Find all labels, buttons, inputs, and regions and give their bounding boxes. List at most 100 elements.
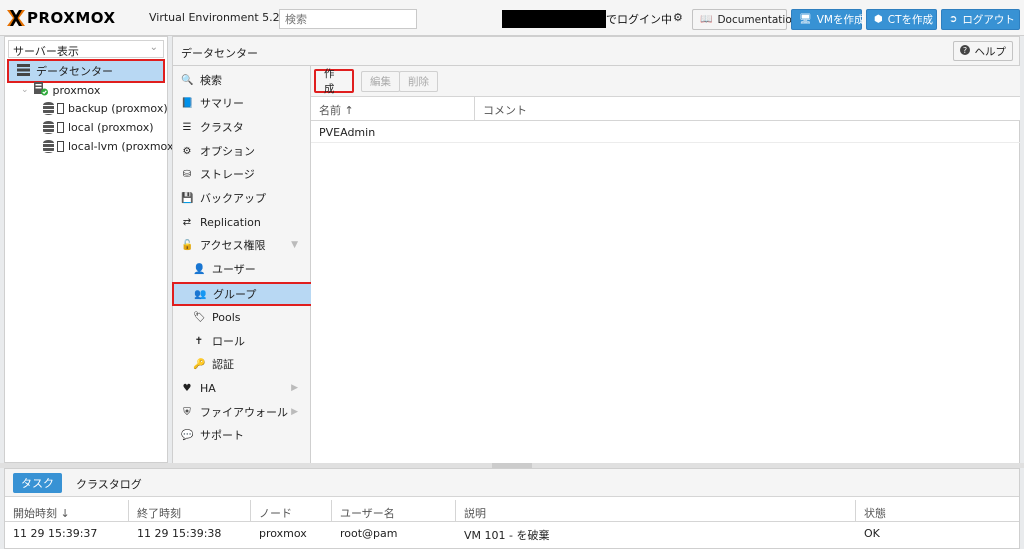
column-header-end-time[interactable]: 終了時刻: [129, 500, 251, 522]
cell-end-time: 11 29 15:39:38: [137, 527, 222, 540]
table-row[interactable]: PVEAdmin: [311, 121, 1020, 143]
view-selector[interactable]: サーバー表示 ⌄: [8, 40, 164, 58]
nav-item-label: サマリー: [200, 97, 244, 110]
nav-item-groups[interactable]: 👥 グループ: [172, 282, 313, 306]
log-tabs: タスク クラスタログ: [5, 469, 1019, 497]
resource-tree: サーバー表示 ⌄ データセンター ⌄ proxmox backup (proxm…: [4, 36, 178, 463]
nav-item-label: サポート: [200, 429, 244, 442]
top-bar: PROXMOX Virtual Environment 5.2-10 でログイン…: [0, 0, 1024, 36]
chevron-down-icon: ⌄: [149, 42, 158, 53]
column-header-name[interactable]: 名前 ↑: [311, 97, 475, 121]
chevron-right-icon: ▶: [291, 383, 298, 393]
nav-item-backup[interactable]: 💾 バックアップ: [173, 187, 312, 209]
nav-item-support[interactable]: 💬 サポート: [173, 424, 312, 446]
gear-icon[interactable]: ⚙: [673, 11, 683, 24]
search-icon: 🔍: [181, 74, 194, 86]
create-vm-label: VMを作成: [816, 14, 865, 26]
tree-item-label: local-lvm (proxmox): [68, 139, 178, 153]
floppy-icon: 💾: [181, 192, 194, 204]
tree-item-label: データセンター: [36, 65, 113, 78]
nav-item-storage[interactable]: ⛁ ストレージ: [173, 163, 312, 185]
tab-cluster-log[interactable]: クラスタログ: [76, 476, 142, 492]
server-icon: ☰: [182, 121, 192, 133]
column-header-node[interactable]: ノード: [251, 500, 332, 522]
column-header-user[interactable]: ユーザー名: [332, 500, 456, 522]
page-title: データセンター: [181, 47, 258, 60]
book-icon: 📘: [181, 97, 194, 109]
panel-header: データセンター ? ヘルプ: [172, 36, 1020, 66]
proxmox-x-icon: [7, 10, 25, 26]
cell-description: VM 101 - を破棄: [464, 529, 550, 542]
tree-item-node[interactable]: ⌄ proxmox: [21, 80, 100, 100]
users-icon: 👥: [194, 288, 207, 300]
heartbeat-icon: ♥: [182, 382, 192, 394]
product-title: Virtual Environment 5.2-10: [149, 11, 298, 24]
storage-doc-icon: [57, 121, 64, 133]
column-header-start-time[interactable]: 開始時刻 ↓: [5, 500, 129, 522]
cell-user: root@pam: [340, 527, 398, 540]
grid-toolbar: 作成 編集 削除: [311, 66, 1020, 97]
nav-item-label: バックアップ: [200, 192, 266, 205]
table-row[interactable]: 11 29 15:39:37 11 29 15:39:38 proxmox ro…: [5, 522, 1019, 544]
nav-item-label: Pools: [212, 310, 241, 324]
node-online-icon: [33, 81, 49, 99]
logout-button[interactable]: ➲ ログアウト: [941, 9, 1020, 30]
user-icon: 👤: [193, 263, 206, 275]
search-input[interactable]: [279, 9, 417, 29]
nav-item-authentication[interactable]: 🔑 認証: [173, 353, 312, 375]
nav-item-label: 認証: [212, 358, 234, 371]
nav-item-users[interactable]: 👤 ユーザー: [173, 258, 312, 280]
edit-button[interactable]: 編集: [361, 71, 400, 92]
column-header-description[interactable]: 説明: [456, 500, 856, 522]
tags-icon: 🏷: [193, 311, 206, 323]
create-ct-label: CTを作成: [887, 14, 933, 26]
proxmox-logo[interactable]: PROXMOX: [6, 8, 116, 28]
log-panel: タスク クラスタログ 開始時刻 ↓ 終了時刻 ノード ユーザー名 説明 状態 1…: [4, 468, 1020, 549]
nav-item-roles[interactable]: ✝ ロール: [173, 330, 312, 352]
tree-item-storage-backup[interactable]: backup (proxmox): [43, 98, 168, 118]
column-header-status[interactable]: 状態: [856, 500, 1019, 522]
documentation-button[interactable]: 📖 Documentation: [692, 9, 798, 30]
create-vm-button[interactable]: 🖥 VMを作成: [791, 9, 865, 30]
create-button[interactable]: 作成: [314, 68, 354, 95]
nav-item-firewall[interactable]: ⛨ ファイアウォール ▶: [173, 401, 312, 423]
nav-item-search[interactable]: 🔍 検索: [173, 69, 312, 91]
nav-item-label: ロール: [212, 335, 245, 348]
tree-item-storage-local-lvm[interactable]: local-lvm (proxmox): [43, 136, 178, 156]
nav-item-permissions[interactable]: 🔓 アクセス権限 ▼: [173, 234, 312, 256]
nav-item-ha[interactable]: ♥ HA ▶: [173, 377, 312, 399]
nav-item-label: ストレージ: [200, 168, 255, 181]
chevron-down-icon: ▼: [291, 240, 298, 250]
nav-item-label: Replication: [200, 215, 261, 229]
login-status: でログイン中: [606, 13, 672, 26]
create-ct-button[interactable]: ⬢ CTを作成: [866, 9, 937, 30]
nav-item-replication[interactable]: ⇄ Replication: [173, 211, 312, 233]
cell-start-time: 11 29 15:39:37: [13, 527, 98, 540]
config-nav: 🔍 検索 📘 サマリー ☰ クラスタ ⚙ オプション ⛁ ストレージ 💾 バックアップ ⇄ R…: [172, 66, 313, 463]
documentation-label: Documentation: [717, 13, 799, 26]
column-header-comment[interactable]: コメント: [475, 97, 535, 121]
nav-item-summary[interactable]: 📘 サマリー: [173, 92, 312, 114]
tab-tasks[interactable]: タスク: [13, 473, 62, 493]
help-label: ヘルプ: [974, 45, 1007, 58]
nav-item-label: 検索: [200, 74, 222, 87]
retweet-icon: ⇄: [182, 216, 192, 228]
cell-node: proxmox: [259, 527, 307, 540]
nav-item-label: グループ: [213, 288, 257, 301]
groups-grid: 作成 編集 削除 名前 ↑ コメント PVEAdmin: [311, 66, 1020, 463]
nav-item-label: ファイアウォール: [200, 406, 288, 419]
nav-item-options[interactable]: ⚙ オプション: [173, 140, 312, 162]
svg-text:?: ?: [962, 46, 966, 55]
redacted-username: [502, 10, 606, 28]
help-button[interactable]: ? ヘルプ: [952, 41, 1013, 61]
delete-button[interactable]: 削除: [399, 71, 438, 92]
nav-item-cluster[interactable]: ☰ クラスタ: [173, 116, 312, 138]
view-selector-value: サーバー表示: [13, 45, 79, 58]
nav-item-label: オプション: [200, 145, 255, 158]
tree-item-label: proxmox: [52, 83, 101, 97]
database-icon: [43, 139, 54, 153]
nav-item-pools[interactable]: 🏷 Pools: [173, 306, 312, 328]
question-circle-icon: ?: [959, 44, 970, 58]
database-icon: [43, 120, 54, 134]
tree-item-storage-local[interactable]: local (proxmox): [43, 117, 154, 137]
